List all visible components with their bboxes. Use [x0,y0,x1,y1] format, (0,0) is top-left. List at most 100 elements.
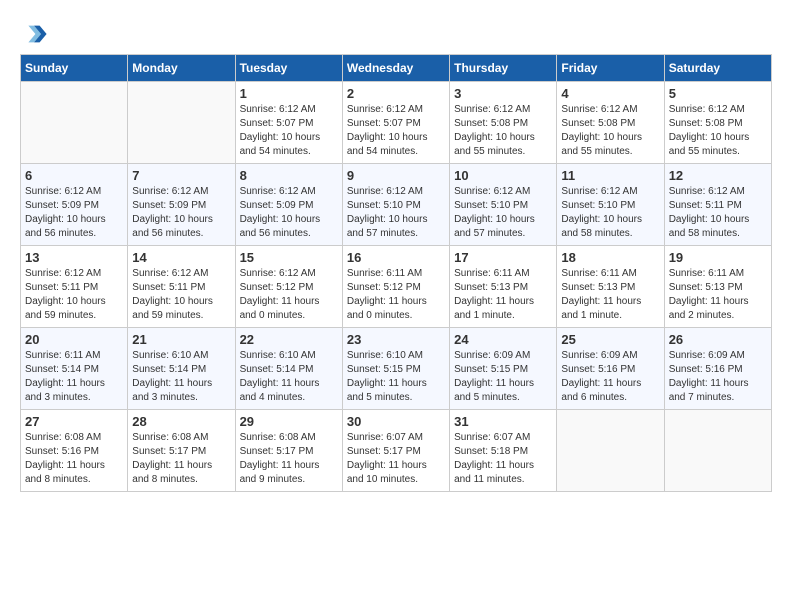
day-info: Sunrise: 6:12 AM Sunset: 5:11 PM Dayligh… [25,267,123,323]
day-info: Sunrise: 6:10 AM Sunset: 5:15 PM Dayligh… [347,349,445,405]
day-number: 17 [454,250,552,265]
day-of-week-header: Tuesday [235,55,342,82]
calendar-day-cell: 9Sunrise: 6:12 AM Sunset: 5:10 PM Daylig… [342,164,449,246]
day-info: Sunrise: 6:12 AM Sunset: 5:09 PM Dayligh… [132,185,230,241]
day-number: 9 [347,168,445,183]
logo [20,20,52,48]
calendar-day-cell: 27 Sunrise: 6:08 AM Sunset: 5:16 PM Dayli… [21,410,128,492]
day-info: Sunrise: 6:09 AM Sunset: 5:15 PM Dayligh… [454,349,552,405]
calendar-day-cell: 29 Sunrise: 6:08 AM Sunset: 5:17 PM Dayli… [235,410,342,492]
day-info: Sunrise: 6:12 AM Sunset: 5:11 PM Dayligh… [132,267,230,323]
day-of-week-header: Friday [557,55,664,82]
calendar-day-cell: 31Sunrise: 6:07 AM Sunset: 5:18 PM Dayli… [450,410,557,492]
day-info: Sunrise: 6:08 AM Sunset: 5:17 PM Dayligh… [132,431,230,487]
calendar-day-cell: 19Sunrise: 6:11 AM Sunset: 5:13 PM Dayli… [664,246,771,328]
calendar-day-cell: 21Sunrise: 6:10 AM Sunset: 5:14 PM Dayli… [128,328,235,410]
day-info: Sunrise: 6:09 AM Sunset: 5:16 PM Dayligh… [561,349,659,405]
day-info: Sunrise: 6:11 AM Sunset: 5:13 PM Dayligh… [669,267,767,323]
calendar-day-cell: 16 Sunrise: 6:11 AM Sunset: 5:12 PM Dayli… [342,246,449,328]
logo-icon [20,20,48,48]
day-info: Sunrise: 6:12 AM Sunset: 5:07 PM Dayligh… [240,103,338,159]
calendar-day-cell: 23 Sunrise: 6:10 AM Sunset: 5:15 PM Dayli… [342,328,449,410]
day-info: Sunrise: 6:12 AM Sunset: 5:08 PM Dayligh… [454,103,552,159]
day-info: Sunrise: 6:12 AM Sunset: 5:08 PM Dayligh… [561,103,659,159]
day-number: 7 [132,168,230,183]
day-number: 18 [561,250,659,265]
day-number: 30 [347,414,445,429]
day-number: 24 [454,332,552,347]
day-info: Sunrise: 6:12 AM Sunset: 5:09 PM Dayligh… [240,185,338,241]
day-info: Sunrise: 6:11 AM Sunset: 5:12 PM Dayligh… [347,267,445,323]
calendar-day-cell: 30 Sunrise: 6:07 AM Sunset: 5:17 PM Dayli… [342,410,449,492]
day-number: 20 [25,332,123,347]
day-number: 3 [454,86,552,101]
day-number: 22 [240,332,338,347]
day-number: 28 [132,414,230,429]
day-number: 1 [240,86,338,101]
day-number: 15 [240,250,338,265]
day-number: 12 [669,168,767,183]
calendar-day-cell: 8 Sunrise: 6:12 AM Sunset: 5:09 PM Daylig… [235,164,342,246]
day-number: 10 [454,168,552,183]
day-info: Sunrise: 6:08 AM Sunset: 5:17 PM Dayligh… [240,431,338,487]
day-number: 25 [561,332,659,347]
day-info: Sunrise: 6:09 AM Sunset: 5:16 PM Dayligh… [669,349,767,405]
calendar-header-row: SundayMondayTuesdayWednesdayThursdayFrid… [21,55,772,82]
day-number: 16 [347,250,445,265]
calendar-day-cell: 25 Sunrise: 6:09 AM Sunset: 5:16 PM Dayli… [557,328,664,410]
calendar-day-cell: 10 Sunrise: 6:12 AM Sunset: 5:10 PM Dayli… [450,164,557,246]
calendar-day-cell: 17 Sunrise: 6:11 AM Sunset: 5:13 PM Dayli… [450,246,557,328]
day-info: Sunrise: 6:10 AM Sunset: 5:14 PM Dayligh… [132,349,230,405]
day-of-week-header: Wednesday [342,55,449,82]
day-number: 26 [669,332,767,347]
calendar-day-cell: 18 Sunrise: 6:11 AM Sunset: 5:13 PM Dayli… [557,246,664,328]
day-info: Sunrise: 6:12 AM Sunset: 5:07 PM Dayligh… [347,103,445,159]
day-number: 31 [454,414,552,429]
day-number: 27 [25,414,123,429]
calendar-day-cell [21,82,128,164]
day-number: 8 [240,168,338,183]
calendar-day-cell: 13 Sunrise: 6:12 AM Sunset: 5:11 PM Dayli… [21,246,128,328]
day-number: 6 [25,168,123,183]
calendar-day-cell: 1 Sunrise: 6:12 AM Sunset: 5:07 PM Daylig… [235,82,342,164]
calendar-week-row: 13 Sunrise: 6:12 AM Sunset: 5:11 PM Dayli… [21,246,772,328]
day-info: Sunrise: 6:11 AM Sunset: 5:13 PM Dayligh… [454,267,552,323]
calendar-day-cell: 7 Sunrise: 6:12 AM Sunset: 5:09 PM Daylig… [128,164,235,246]
calendar-week-row: 20Sunrise: 6:11 AM Sunset: 5:14 PM Dayli… [21,328,772,410]
calendar-day-cell: 5 Sunrise: 6:12 AM Sunset: 5:08 PM Daylig… [664,82,771,164]
day-number: 2 [347,86,445,101]
calendar-day-cell: 11Sunrise: 6:12 AM Sunset: 5:10 PM Dayli… [557,164,664,246]
day-info: Sunrise: 6:12 AM Sunset: 5:08 PM Dayligh… [669,103,767,159]
day-number: 23 [347,332,445,347]
calendar-day-cell: 3 Sunrise: 6:12 AM Sunset: 5:08 PM Daylig… [450,82,557,164]
day-number: 4 [561,86,659,101]
calendar-day-cell: 24 Sunrise: 6:09 AM Sunset: 5:15 PM Dayli… [450,328,557,410]
day-of-week-header: Monday [128,55,235,82]
day-number: 29 [240,414,338,429]
calendar-day-cell: 26 Sunrise: 6:09 AM Sunset: 5:16 PM Dayli… [664,328,771,410]
day-info: Sunrise: 6:12 AM Sunset: 5:11 PM Dayligh… [669,185,767,241]
calendar-day-cell [128,82,235,164]
day-info: Sunrise: 6:10 AM Sunset: 5:14 PM Dayligh… [240,349,338,405]
day-number: 14 [132,250,230,265]
calendar-day-cell: 22 Sunrise: 6:10 AM Sunset: 5:14 PM Dayli… [235,328,342,410]
calendar-day-cell: 12 Sunrise: 6:12 AM Sunset: 5:11 PM Dayli… [664,164,771,246]
day-info: Sunrise: 6:07 AM Sunset: 5:17 PM Dayligh… [347,431,445,487]
day-number: 13 [25,250,123,265]
calendar-day-cell: 15 Sunrise: 6:12 AM Sunset: 5:12 PM Dayli… [235,246,342,328]
calendar-day-cell: 14 Sunrise: 6:12 AM Sunset: 5:11 PM Dayli… [128,246,235,328]
day-info: Sunrise: 6:12 AM Sunset: 5:10 PM Dayligh… [561,185,659,241]
day-info: Sunrise: 6:11 AM Sunset: 5:13 PM Dayligh… [561,267,659,323]
day-info: Sunrise: 6:08 AM Sunset: 5:16 PM Dayligh… [25,431,123,487]
day-of-week-header: Sunday [21,55,128,82]
calendar-day-cell: 20Sunrise: 6:11 AM Sunset: 5:14 PM Dayli… [21,328,128,410]
calendar-week-row: 27 Sunrise: 6:08 AM Sunset: 5:16 PM Dayli… [21,410,772,492]
calendar-day-cell: 4 Sunrise: 6:12 AM Sunset: 5:08 PM Daylig… [557,82,664,164]
day-info: Sunrise: 6:12 AM Sunset: 5:09 PM Dayligh… [25,185,123,241]
calendar-day-cell: 6 Sunrise: 6:12 AM Sunset: 5:09 PM Daylig… [21,164,128,246]
day-info: Sunrise: 6:12 AM Sunset: 5:12 PM Dayligh… [240,267,338,323]
day-number: 5 [669,86,767,101]
day-info: Sunrise: 6:12 AM Sunset: 5:10 PM Dayligh… [454,185,552,241]
calendar-day-cell: 28 Sunrise: 6:08 AM Sunset: 5:17 PM Dayli… [128,410,235,492]
day-of-week-header: Saturday [664,55,771,82]
